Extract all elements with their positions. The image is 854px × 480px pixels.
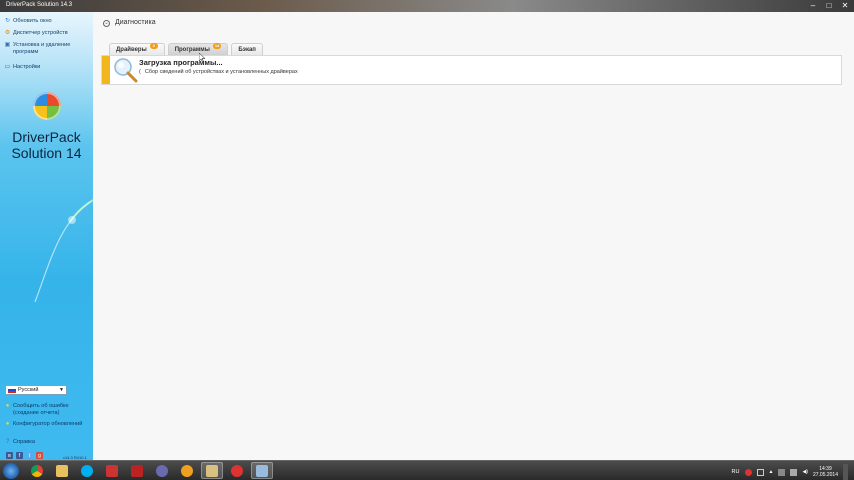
show-hidden-icons-icon[interactable]: ▲ xyxy=(769,469,774,475)
collapse-chevron-icon[interactable]: ⌄ xyxy=(103,20,110,27)
tab-label: Бэкап xyxy=(238,46,256,53)
russian-flag-icon xyxy=(8,387,16,393)
decorative-swoosh xyxy=(34,199,93,302)
aimp-taskbar-button[interactable] xyxy=(176,462,198,479)
sidebar-item-label: Справка xyxy=(13,439,35,445)
skype-taskbar-button[interactable] xyxy=(76,462,98,479)
window-title: DriverPack Solution 14.3 xyxy=(6,2,73,8)
accent-stripe xyxy=(102,56,110,84)
sidebar: ↻ Обновить окно ⚙ Диспетчер устройств ▣ … xyxy=(0,12,93,460)
loading-subtitle: Сбор сведений об устройствах и установле… xyxy=(144,69,298,75)
social-links: в f t g xyxy=(6,452,43,459)
logo-line-2: Solution 14 xyxy=(11,145,82,161)
sidebar-item-programs[interactable]: ▣ Установка и удаление программ xyxy=(4,42,84,55)
clock-date: 27.05.2014 xyxy=(812,472,838,478)
window-controls: – □ ✕ xyxy=(808,1,850,11)
spinner-icon: ( xyxy=(139,69,141,75)
sidebar-item-label: Конфигуратор обновлений xyxy=(13,421,83,427)
sidebar-item-report-bug[interactable]: ● Сообщить об ошибке (создание отчета) xyxy=(4,403,84,416)
minimize-button[interactable]: – xyxy=(808,1,818,11)
chevron-down-icon: ▼ xyxy=(59,387,64,393)
sidebar-item-label: Сообщить об ошибке (создание отчета) xyxy=(13,403,69,416)
sidebar-item-label: Обновить окно xyxy=(13,18,52,24)
tab-label: Драйверы xyxy=(116,46,147,53)
maximize-button[interactable]: □ xyxy=(824,1,834,11)
device-manager-icon: ⚙ xyxy=(4,30,11,37)
volume-icon[interactable]: ◀) xyxy=(802,469,808,475)
app-orb-taskbar-button[interactable] xyxy=(151,462,173,479)
update-config-icon: ● xyxy=(5,421,10,428)
mouse-cursor-icon xyxy=(199,53,205,62)
google-plus-icon[interactable]: g xyxy=(36,452,43,459)
network-icon[interactable] xyxy=(790,468,798,476)
sidebar-item-label: Установка и удаление программ xyxy=(13,42,71,55)
close-button[interactable]: ✕ xyxy=(840,1,850,11)
loading-title: Загрузка программы... xyxy=(139,58,223,67)
driverpack-taskbar-button[interactable] xyxy=(251,462,273,479)
loading-status: ( Сбор сведений об устройствах и установ… xyxy=(139,69,298,75)
sidebar-item-help[interactable]: ? Справка xyxy=(4,439,35,446)
programs-icon: ▣ xyxy=(4,42,11,49)
count-badge: 14 xyxy=(212,42,222,49)
section-title: Диагностика xyxy=(115,19,156,26)
bug-report-icon: ● xyxy=(5,403,10,410)
tab-drivers[interactable]: Драйверы 3 xyxy=(109,42,165,55)
sidebar-item-label: Диспетчер устройств xyxy=(13,30,68,36)
loading-panel: Загрузка программы... ( Сбор сведений об… xyxy=(101,55,842,85)
taskbar: RU ▲ ◀) 14:39 27.05.2014 xyxy=(0,460,854,480)
settings-icon: ▭ xyxy=(4,64,11,71)
flag-tray-icon[interactable] xyxy=(778,468,786,476)
refresh-icon: ↻ xyxy=(4,18,11,25)
kaspersky-taskbar-button[interactable] xyxy=(126,462,148,479)
driverpack-logo-icon xyxy=(33,92,61,120)
facebook-icon[interactable]: f xyxy=(16,452,23,459)
folder-taskbar-button[interactable] xyxy=(51,462,73,479)
tab-bar: Драйверы 3 Программы 14 Бэкап xyxy=(109,42,263,55)
app-logo-text: DriverPack Solution 14 xyxy=(0,129,93,161)
sidebar-item-label: Настройки xyxy=(13,64,41,70)
window-titlebar: DriverPack Solution 14.3 – □ ✕ xyxy=(0,0,854,12)
sidebar-item-update-config[interactable]: ● Конфигуратор обновлений xyxy=(4,421,84,428)
language-select[interactable]: Русский ▼ xyxy=(5,385,67,395)
twitter-icon[interactable]: t xyxy=(26,452,33,459)
clock[interactable]: 14:39 27.05.2014 xyxy=(813,466,838,478)
chrome-taskbar-button[interactable] xyxy=(26,462,48,479)
help-icon: ? xyxy=(5,439,10,446)
record-tray-icon[interactable] xyxy=(744,468,752,476)
sidebar-item-refresh[interactable]: ↻ Обновить окно xyxy=(4,18,52,25)
tray-app-icon[interactable] xyxy=(756,468,764,476)
start-button[interactable] xyxy=(3,463,19,479)
tab-programs[interactable]: Программы 14 xyxy=(167,42,229,55)
record-taskbar-button[interactable] xyxy=(226,462,248,479)
logo-line-1: DriverPack xyxy=(12,129,81,145)
count-badge: 3 xyxy=(149,42,158,49)
tool-taskbar-button[interactable] xyxy=(101,462,123,479)
language-value: Русский xyxy=(18,387,39,393)
input-language-indicator[interactable]: RU xyxy=(732,469,740,475)
show-desktop-button[interactable] xyxy=(843,464,848,480)
magnifier-icon xyxy=(114,58,138,83)
system-tray: RU ▲ ◀) 14:39 27.05.2014 xyxy=(732,464,848,480)
explorer-taskbar-button[interactable] xyxy=(201,462,223,479)
tab-label: Программы xyxy=(174,46,210,53)
vk-icon[interactable]: в xyxy=(6,452,13,459)
main-content: ⌄ Диагностика Драйверы 3 Программы 14 Бэ… xyxy=(93,12,854,460)
sidebar-item-settings[interactable]: ▭ Настройки xyxy=(4,64,41,71)
tab-backup[interactable]: Бэкап xyxy=(231,43,263,55)
sidebar-item-device-manager[interactable]: ⚙ Диспетчер устройств xyxy=(4,30,68,37)
taskbar-apps xyxy=(26,462,273,479)
